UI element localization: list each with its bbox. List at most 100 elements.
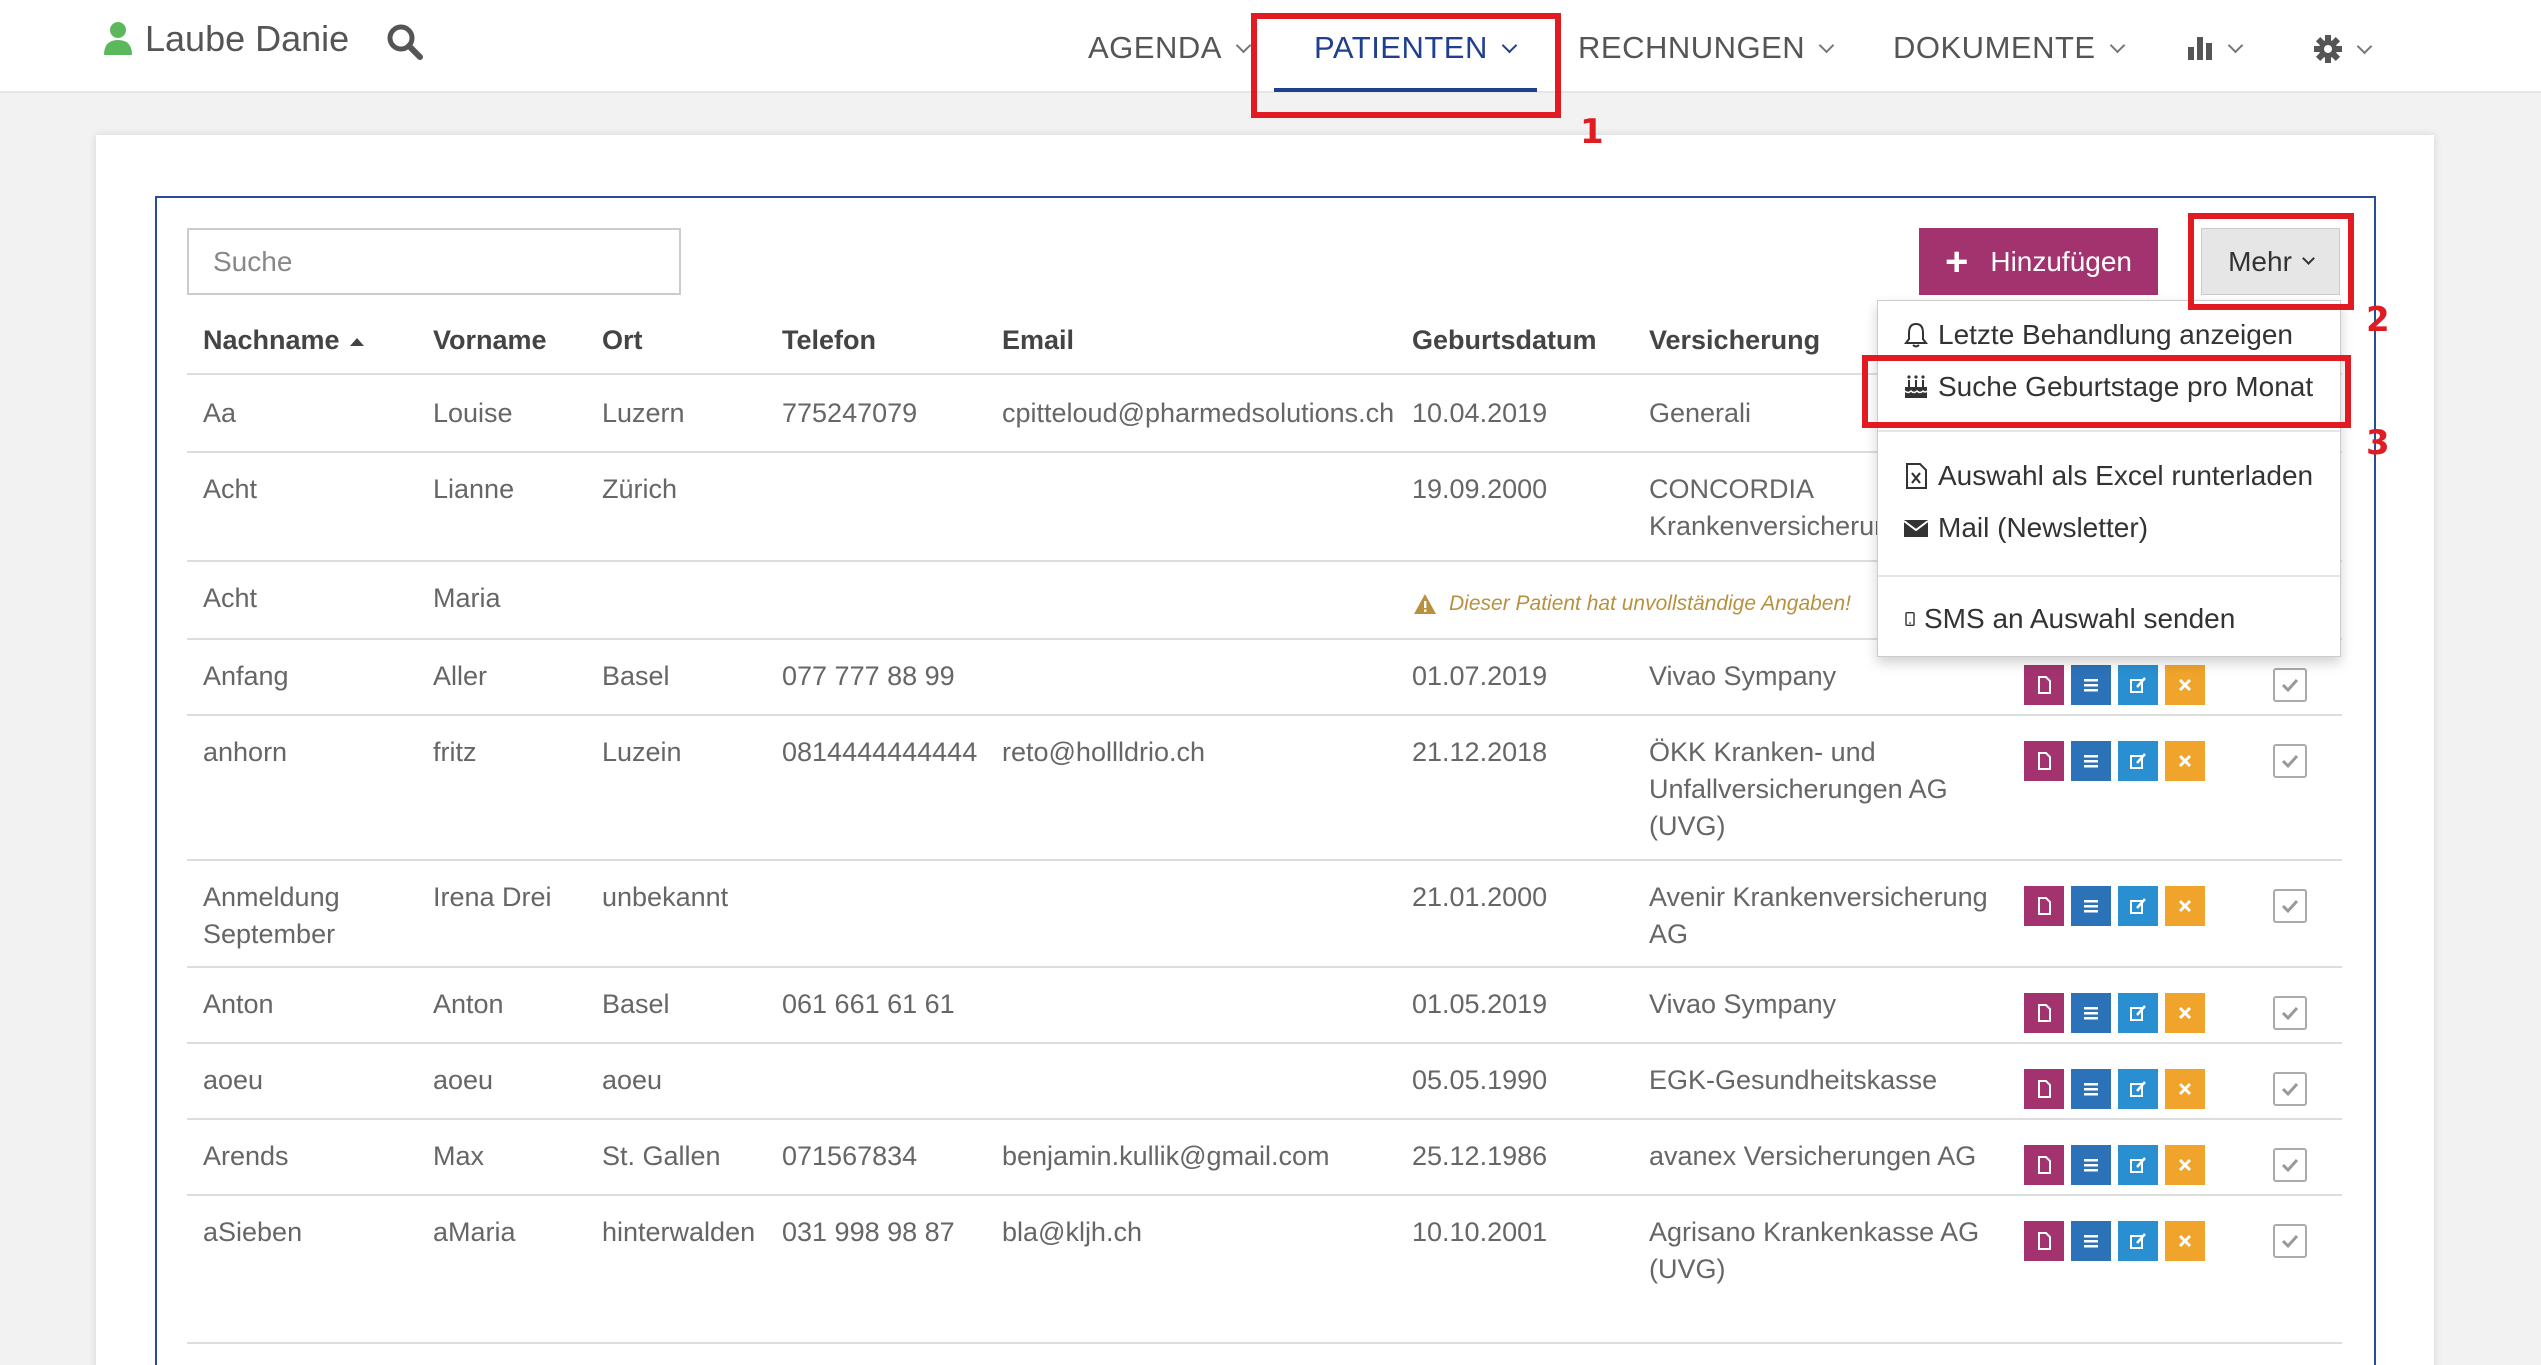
nav-agenda[interactable]: AGENDA bbox=[1088, 30, 1252, 66]
column-header-email[interactable]: Email bbox=[1002, 325, 1074, 356]
edit-button[interactable] bbox=[2118, 741, 2158, 781]
nav-rechnungen-label: RECHNUNGEN bbox=[1578, 30, 1806, 65]
column-header-geburtsdatum[interactable]: Geburtsdatum bbox=[1412, 325, 1597, 356]
document-button[interactable] bbox=[2024, 886, 2064, 926]
edit-button[interactable] bbox=[2118, 1145, 2158, 1185]
cell-vorname: aMaria bbox=[433, 1217, 516, 1247]
row-select-checkbox[interactable] bbox=[2273, 1148, 2307, 1182]
chevron-down-icon bbox=[1818, 37, 1835, 53]
column-header-telefon[interactable]: Telefon bbox=[782, 325, 876, 356]
cell-vorname: fritz bbox=[433, 737, 477, 767]
annotation-box-3 bbox=[1862, 355, 2351, 428]
delete-button[interactable] bbox=[2165, 741, 2205, 781]
bell-icon bbox=[1904, 322, 1928, 348]
cell-email[interactable]: bla@kljh.ch bbox=[1002, 1214, 1142, 1251]
chevron-down-icon bbox=[2109, 37, 2125, 53]
nav-statistics[interactable] bbox=[2186, 34, 2244, 62]
delete-button[interactable] bbox=[2165, 886, 2205, 926]
search-input[interactable]: Suche bbox=[187, 228, 681, 295]
cell-telefon: 775247079 bbox=[782, 398, 918, 428]
menu-item-sms-selection[interactable]: SMS an Auswahl senden bbox=[1902, 603, 2235, 635]
close-icon bbox=[2178, 754, 2192, 768]
delete-button[interactable] bbox=[2165, 1145, 2205, 1185]
menu-item-newsletter-mail[interactable]: Mail (Newsletter) bbox=[1902, 512, 2148, 544]
delete-button[interactable] bbox=[2165, 665, 2205, 705]
cell-versicherung: Avenir Krankenversicherung bbox=[1649, 882, 1988, 912]
list-icon bbox=[2084, 755, 2098, 768]
annotation-number-2: 2 bbox=[2366, 300, 2390, 340]
row-select-checkbox[interactable] bbox=[2273, 1224, 2307, 1258]
document-button[interactable] bbox=[2024, 665, 2064, 705]
close-icon bbox=[2178, 1158, 2192, 1172]
row-divider bbox=[187, 859, 2342, 861]
details-button[interactable] bbox=[2071, 1221, 2111, 1261]
document-button[interactable] bbox=[2024, 993, 2064, 1033]
menu-item-excel-export[interactable]: Auswahl als Excel runterladen bbox=[1902, 460, 2313, 492]
edit-icon bbox=[2130, 1233, 2146, 1249]
warning-text: Dieser Patient hat unvollständige Angabe… bbox=[1449, 592, 1851, 615]
edit-button[interactable] bbox=[2118, 993, 2158, 1033]
cell-vorname: Anton bbox=[433, 989, 504, 1019]
cell-email[interactable]: benjamin.kullik@gmail.com bbox=[1002, 1138, 1330, 1175]
details-button[interactable] bbox=[2071, 1145, 2111, 1185]
document-button[interactable] bbox=[2024, 1069, 2064, 1109]
cell-ort: Zürich bbox=[602, 474, 678, 504]
details-button[interactable] bbox=[2071, 886, 2111, 926]
annotation-number-1: 1 bbox=[1580, 112, 1604, 152]
user-menu[interactable]: Laube Danie bbox=[103, 18, 349, 60]
document-button[interactable] bbox=[2024, 741, 2064, 781]
menu-divider bbox=[1878, 430, 2340, 432]
gear-icon bbox=[2314, 35, 2342, 63]
list-icon bbox=[2084, 900, 2098, 913]
column-header-vorname[interactable]: Vorname bbox=[433, 325, 547, 356]
search-icon[interactable] bbox=[385, 22, 425, 62]
edit-button[interactable] bbox=[2118, 886, 2158, 926]
row-select-checkbox[interactable] bbox=[2273, 744, 2307, 778]
column-header-ort[interactable]: Ort bbox=[602, 325, 643, 356]
cell-vorname: Aller bbox=[433, 661, 488, 691]
add-patient-button[interactable]: + Hinzufügen bbox=[1919, 228, 2158, 295]
chevron-down-icon bbox=[2356, 38, 2373, 54]
cell-telefon: 061 661 61 61 bbox=[782, 989, 955, 1019]
details-button[interactable] bbox=[2071, 1069, 2111, 1109]
menu-item-label: Mail (Newsletter) bbox=[1938, 512, 2149, 543]
annotation-number-3: 3 bbox=[2366, 423, 2390, 463]
cell-nachname: Acht bbox=[203, 583, 258, 613]
user-name: Laube Danie bbox=[145, 18, 350, 59]
row-select-checkbox[interactable] bbox=[2273, 668, 2307, 702]
document-icon bbox=[2038, 752, 2051, 770]
cell-email[interactable]: cpitteloud@pharmedsolutions.ch bbox=[1002, 395, 1394, 432]
row-select-checkbox[interactable] bbox=[2273, 1072, 2307, 1106]
cell-email[interactable]: reto@hollldrio.ch bbox=[1002, 734, 1205, 771]
edit-button[interactable] bbox=[2118, 1221, 2158, 1261]
document-button[interactable] bbox=[2024, 1221, 2064, 1261]
row-select-checkbox[interactable] bbox=[2273, 889, 2307, 923]
cell-ort: hinterwalden bbox=[602, 1217, 756, 1247]
delete-button[interactable] bbox=[2165, 1069, 2205, 1109]
details-button[interactable] bbox=[2071, 993, 2111, 1033]
edit-button[interactable] bbox=[2118, 665, 2158, 705]
column-header-nachname[interactable]: Nachname bbox=[203, 325, 364, 356]
menu-item-last-treatment[interactable]: Letzte Behandlung anzeigen bbox=[1902, 319, 2293, 351]
edit-button[interactable] bbox=[2118, 1069, 2158, 1109]
menu-item-label: Letzte Behandlung anzeigen bbox=[1938, 319, 2293, 350]
nav-rechnungen[interactable]: RECHNUNGEN bbox=[1578, 30, 1835, 66]
cell-geburtsdatum: 21.01.2000 bbox=[1412, 882, 1548, 912]
menu-divider bbox=[1878, 575, 2340, 577]
delete-button[interactable] bbox=[2165, 1221, 2205, 1261]
details-button[interactable] bbox=[2071, 665, 2111, 705]
cell-telefon: 077 777 88 99 bbox=[782, 661, 955, 691]
cell-nachname: Anmeldung bbox=[203, 882, 340, 912]
cell-nachname: Acht bbox=[203, 474, 258, 504]
document-icon bbox=[2038, 1156, 2051, 1174]
delete-button[interactable] bbox=[2165, 993, 2205, 1033]
checkmark-icon bbox=[2281, 1234, 2299, 1249]
details-button[interactable] bbox=[2071, 741, 2111, 781]
row-actions bbox=[2024, 1221, 2205, 1261]
document-button[interactable] bbox=[2024, 1145, 2064, 1185]
edit-icon bbox=[2130, 677, 2146, 693]
column-header-versicherung[interactable]: Versicherung bbox=[1649, 325, 1820, 356]
row-select-checkbox[interactable] bbox=[2273, 996, 2307, 1030]
nav-dokumente[interactable]: DOKUMENTE bbox=[1893, 30, 2125, 66]
nav-settings[interactable] bbox=[2313, 34, 2373, 64]
